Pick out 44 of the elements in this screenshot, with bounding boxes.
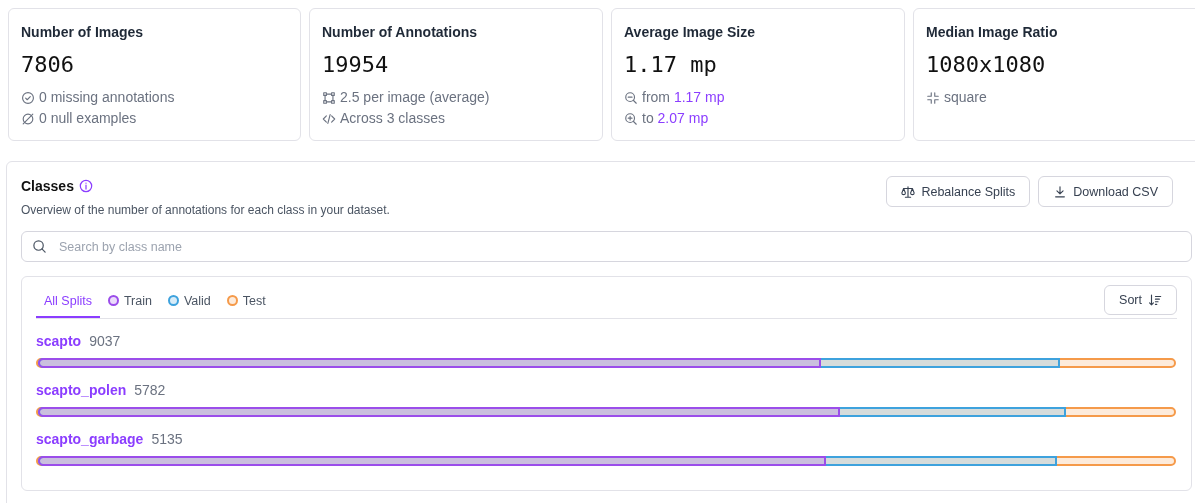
split-tab[interactable]: Valid [159,285,219,318]
zoom-out-icon [624,90,638,105]
panel-title: Classes [21,178,74,194]
stat-detail: 2.5 per image (average) [340,88,490,107]
stat-detail: to 2.07 mp [642,109,709,128]
split-tab[interactable]: Test [218,285,274,318]
card-title: Number of Annotations [322,24,478,40]
stat-value: 1.17 mp [624,52,717,77]
class-name[interactable]: scapto [36,333,82,349]
code-icon [322,111,336,126]
class-count: 9037 [89,333,121,349]
scale-icon [901,184,916,199]
card-title: Median Image Ratio [926,24,1058,40]
info-icon[interactable] [78,179,93,193]
empty-set-icon [21,111,35,126]
split-tab[interactable]: All Splits [36,285,100,318]
stat-detail: 0 missing annotations [39,88,175,107]
search-input[interactable]: Search by class name [57,238,1181,255]
class-count: 5135 [151,431,183,447]
sort-icon [1148,293,1162,307]
stat-detail: 0 null examples [39,109,137,128]
zoom-in-icon [624,111,638,126]
split-tab[interactable]: Train [99,285,160,318]
stat-detail: square [944,88,987,107]
download-icon [1053,184,1068,199]
search-icon [32,239,47,254]
stat-value: 1080x1080 [926,52,1046,77]
action-button[interactable]: Download CSV [1038,176,1173,207]
action-button[interactable]: Rebalance Splits [886,176,1031,207]
card-title: Number of Images [21,24,144,40]
sort-button[interactable]: Sort [1104,285,1177,315]
stat-detail: from 1.17 mp [642,88,725,107]
shrink-icon [926,90,940,105]
search-field[interactable]: Search by class name [21,231,1192,262]
class-name[interactable]: scapto_garbage [36,431,144,447]
class-count: 5782 [134,382,166,398]
stat-value: 19954 [322,52,389,77]
stat-detail: Across 3 classes [340,109,446,128]
stat-value: 7806 [21,52,74,77]
check-circle-icon [21,90,35,105]
panel-description: Overview of the number of annotations for each class in your dataset. [21,203,390,217]
card-title: Average Image Size [624,24,755,40]
class-name[interactable]: scapto_polen [36,382,127,398]
bounding-box-icon [322,90,336,105]
